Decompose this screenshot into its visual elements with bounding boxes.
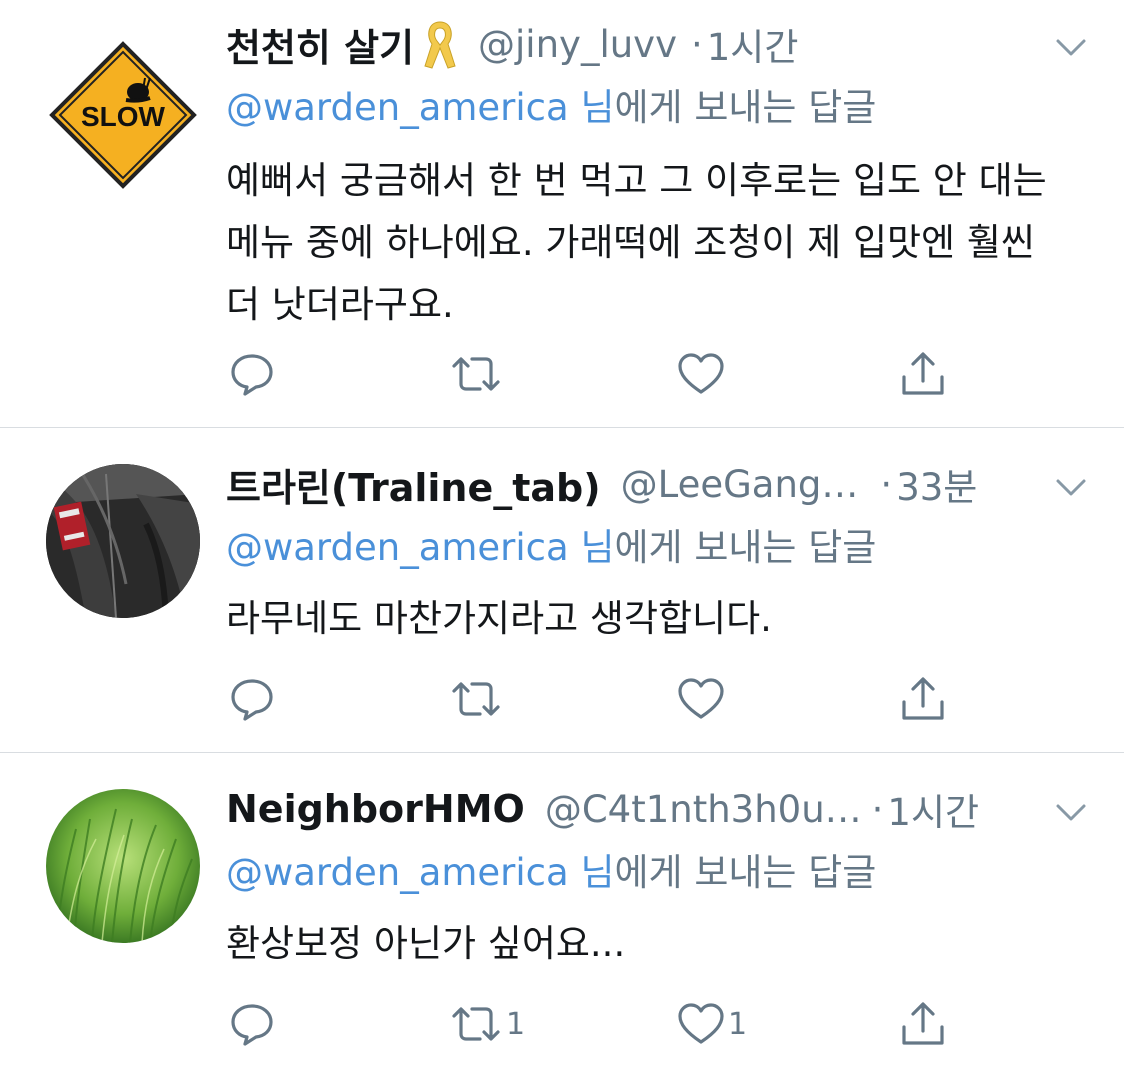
reply-button[interactable] — [228, 669, 276, 729]
retweet-icon — [448, 350, 504, 398]
share-icon — [898, 349, 948, 399]
timestamp[interactable]: 1시간 — [887, 782, 979, 836]
heart-icon — [676, 675, 726, 723]
share-icon — [898, 674, 948, 724]
tweet-text: 라무네도 마찬가지라고 생각합니다. — [226, 597, 772, 640]
tweet-header: 천천히 살기 @jiny_luvv · 1시간 — [226, 14, 1056, 74]
chevron-down-icon[interactable] — [1054, 470, 1088, 504]
retweet-button[interactable]: 1 — [448, 994, 525, 1054]
share-icon — [898, 999, 948, 1049]
avatar[interactable]: SLOW — [46, 40, 200, 194]
share-button[interactable] — [898, 344, 948, 404]
reply-icon — [228, 1000, 276, 1048]
reply-button[interactable] — [228, 994, 276, 1054]
reply-to-suffix: 에게 보내는 답글 — [614, 86, 877, 129]
tweet-actions: 1 1 — [226, 994, 966, 1054]
share-button[interactable] — [898, 669, 948, 729]
reply-to-line: @warden_america 님 에게 보내는 답글 — [226, 76, 876, 132]
tweet-header: 트라린(Traline_tab) @LeeGang… · 33분 — [226, 454, 1056, 514]
avatar[interactable] — [46, 789, 200, 943]
reply-to-suffix: 에게 보내는 답글 — [614, 526, 877, 569]
reply-mention-link[interactable]: @warden_america 님 — [226, 517, 615, 571]
tweet-text: 환상보정 아닌가 싶어요... — [226, 922, 626, 965]
yellow-ribbon-icon — [422, 18, 458, 70]
reply-mention-link[interactable]: @warden_america 님 — [226, 77, 615, 131]
heart-icon — [676, 1000, 726, 1048]
tweet-text: 예뻐서 궁금해서 한 번 먹고 그 이후로는 입도 안 대는 메뉴 중에 하나에… — [226, 159, 1047, 326]
jeans-avatar-image — [46, 464, 200, 618]
retweet-icon — [448, 675, 504, 723]
retweet-count: 1 — [506, 1006, 526, 1042]
grass-avatar-image — [46, 789, 200, 943]
slow-sign-avatar-image: SLOW — [49, 41, 197, 189]
chevron-down-icon[interactable] — [1054, 30, 1088, 64]
retweet-button[interactable] — [448, 344, 506, 404]
like-button[interactable]: 1 — [676, 994, 747, 1054]
tweet[interactable]: NeighborHMO @C4t1nth3h0u… · 1시간 @warden_… — [0, 753, 1124, 1073]
reply-icon — [228, 675, 276, 723]
tweet[interactable]: 트라린(Traline_tab) @LeeGang… · 33분 @warden… — [0, 428, 1124, 753]
display-name[interactable]: NeighborHMO — [226, 787, 525, 831]
reply-to-suffix: 에게 보내는 답글 — [614, 851, 877, 894]
user-handle[interactable]: @C4t1nth3h0u… — [545, 788, 862, 831]
separator-dot: · — [690, 22, 703, 66]
share-button[interactable] — [898, 994, 948, 1054]
reply-button[interactable] — [228, 344, 276, 404]
avatar[interactable] — [46, 464, 200, 618]
reply-mention-link[interactable]: @warden_america 님 — [226, 842, 615, 896]
heart-icon — [676, 350, 726, 398]
tweet[interactable]: SLOW 천천히 살기 @jiny_luvv · 1시간 @warden_ame… — [0, 0, 1124, 428]
separator-dot: · — [871, 787, 884, 831]
display-name[interactable]: 천천히 살기 — [226, 17, 414, 72]
reply-to-line: @warden_america 님 에게 보내는 답글 — [226, 516, 876, 572]
tweet-actions — [226, 669, 966, 729]
retweet-button[interactable] — [448, 669, 506, 729]
user-handle[interactable]: @LeeGang… — [621, 463, 859, 506]
display-name[interactable]: 트라린(Traline_tab) — [226, 457, 601, 512]
like-count: 1 — [728, 1006, 748, 1042]
reply-to-line: @warden_america 님 에게 보내는 답글 — [226, 841, 876, 897]
like-button[interactable] — [676, 344, 728, 404]
separator-dot: · — [880, 462, 893, 506]
tweet-actions — [226, 344, 966, 404]
svg-text:SLOW: SLOW — [81, 101, 166, 132]
chevron-down-icon[interactable] — [1054, 795, 1088, 829]
timestamp[interactable]: 33분 — [896, 457, 977, 511]
user-handle[interactable]: @jiny_luvv — [478, 23, 677, 66]
like-button[interactable] — [676, 669, 728, 729]
reply-icon — [228, 350, 276, 398]
tweet-header: NeighborHMO @C4t1nth3h0u… · 1시간 — [226, 779, 1056, 839]
timestamp[interactable]: 1시간 — [707, 17, 799, 71]
retweet-icon — [448, 1000, 504, 1048]
